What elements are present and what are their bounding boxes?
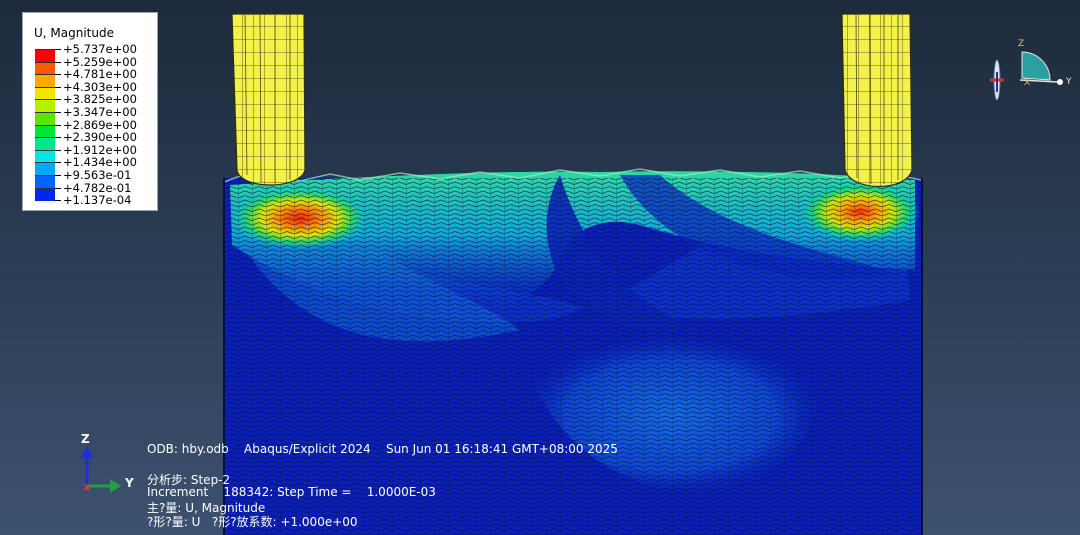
legend-tick — [55, 86, 61, 88]
legend-value-label: +1.137e-04 — [63, 193, 132, 208]
legend-color-swatch — [35, 99, 55, 113]
legend-value-label: +2.390e+00 — [63, 130, 137, 145]
legend-value-label: +1.912e+00 — [63, 142, 137, 157]
legend-tick — [55, 162, 61, 164]
roller-left — [231, 13, 306, 186]
legend-value-label: +2.869e+00 — [63, 117, 137, 132]
legend-color-swatch — [35, 149, 55, 164]
legend-value-label: +9.563e-01 — [63, 168, 132, 182]
view-triad-y-label: Y — [1066, 77, 1072, 87]
model-viewport[interactable]: x U, Magnitude +5.737e+00 +5.259e+00 +4.78… — [0, 0, 1080, 535]
view-triad-z-label: Z — [1018, 39, 1025, 49]
legend-tick — [55, 99, 61, 101]
legend-value-label: +4.781e+00 — [63, 67, 137, 82]
legend-title: U, Magnitude — [34, 26, 114, 40]
legend-color-swatch — [35, 162, 55, 176]
legend-value-label: +5.259e+00 — [63, 54, 137, 69]
legend-tick — [55, 124, 61, 126]
legend-value-label: +5.737e+00 — [63, 42, 137, 56]
legend-color-swatch — [35, 61, 55, 76]
legend-color-swatch — [35, 187, 55, 202]
legend-color-swatch — [35, 49, 55, 63]
legend-value-label: +4.782e-01 — [63, 180, 132, 195]
legend-tick — [55, 112, 61, 113]
svg-text:x: x — [84, 482, 91, 493]
legend-tick — [55, 175, 61, 176]
legend-tick — [55, 149, 61, 151]
legend-color-swatch — [35, 112, 55, 126]
legend-value-label: +4.303e+00 — [63, 79, 137, 94]
legend-color-swatch — [35, 124, 55, 139]
legend-tick — [55, 200, 61, 202]
increment-info: Increment 188342: Step Time = 1.0000E-03 — [147, 485, 436, 499]
roller-right — [841, 13, 913, 188]
legend-color-swatch — [35, 86, 55, 101]
contour-legend: U, Magnitude +5.737e+00 +5.259e+00 +4.781e… — [22, 12, 158, 211]
legend-tick — [55, 49, 61, 50]
deformed-variable-info: ?形?量: U ?形?放系数: +1.000e+00 — [147, 515, 358, 529]
view-triad-x-label: X — [1024, 78, 1031, 88]
legend-tick — [55, 137, 61, 139]
legend-value-label: +3.825e+00 — [63, 92, 137, 107]
legend-tick — [55, 187, 61, 189]
workpiece — [223, 168, 923, 535]
legend-color-swatch — [35, 137, 55, 151]
odb-info: ODB: hby.odb Abaqus/Explicit 2024 Sun Ju… — [147, 442, 618, 456]
legend-tick — [55, 61, 61, 63]
legend-color-swatch — [35, 175, 55, 189]
global-triad: x — [80, 446, 121, 493]
axis-y-label: Y — [125, 476, 134, 490]
view-triad[interactable] — [990, 51, 1063, 101]
legend-value-label: +3.347e+00 — [63, 105, 137, 119]
legend-value-label: +1.434e+00 — [63, 155, 137, 170]
legend-tick — [55, 74, 61, 76]
axis-z-label: Z — [81, 432, 90, 446]
legend-color-swatch — [35, 74, 55, 88]
